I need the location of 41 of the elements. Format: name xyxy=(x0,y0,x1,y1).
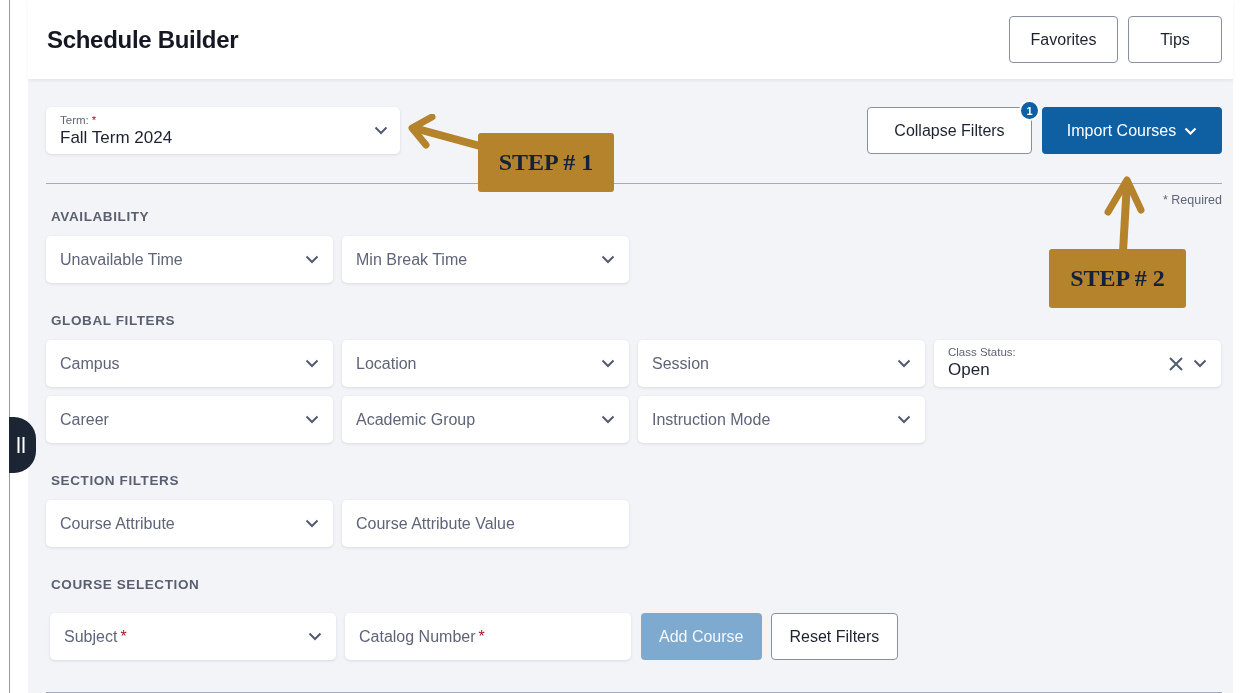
select-field[interactable]: Location xyxy=(342,340,629,387)
term-select[interactable]: Term: * Fall Term 2024 xyxy=(46,107,400,154)
input-field[interactable]: Catalog Number * xyxy=(345,613,631,660)
chevron-down-icon xyxy=(374,126,388,135)
chevron-down-icon xyxy=(305,519,319,528)
select-field[interactable]: Class Status: Open xyxy=(934,340,1221,387)
chevron-down-icon xyxy=(305,359,319,368)
step-callout: STEP # 1 xyxy=(478,133,614,192)
reset-button[interactable]: Reset Filters xyxy=(770,613,899,660)
section-heading: SECTION FILTERS xyxy=(51,473,179,489)
chevron-down-icon xyxy=(897,415,911,424)
tips-button[interactable]: Tips xyxy=(1128,16,1222,63)
chevron-down-icon xyxy=(305,415,319,424)
page-title: Schedule Builder xyxy=(47,25,240,54)
chevron-down-icon xyxy=(1193,359,1207,368)
select-field[interactable]: Course Attribute xyxy=(46,500,333,547)
section-heading: COURSE SELECTION xyxy=(51,577,200,593)
close-icon[interactable] xyxy=(1169,356,1183,371)
select-field[interactable]: Instruction Mode xyxy=(638,396,925,443)
grip-icon xyxy=(16,437,25,453)
chevron-down-icon xyxy=(601,415,615,424)
select-field[interactable]: Academic Group xyxy=(342,396,629,443)
input-field[interactable]: Course Attribute Value xyxy=(342,500,629,547)
select-field[interactable]: Campus xyxy=(46,340,333,387)
chevron-down-icon xyxy=(897,359,911,368)
chevron-down-icon xyxy=(308,632,322,641)
select-field[interactable]: Subject * xyxy=(50,613,336,660)
required-note: * Required xyxy=(1162,193,1222,207)
import-courses-button[interactable]: Import Courses xyxy=(1042,107,1222,154)
select-field[interactable]: Career xyxy=(46,396,333,443)
chevron-down-icon xyxy=(601,359,615,368)
select-field[interactable]: Unavailable Time xyxy=(46,236,333,283)
chevron-down-icon xyxy=(601,255,615,264)
favorites-button[interactable]: Favorites xyxy=(1009,16,1118,63)
count-badge: 1 xyxy=(1019,100,1040,121)
select-field[interactable]: Min Break Time xyxy=(342,236,629,283)
section-heading: GLOBAL FILTERS xyxy=(51,313,176,329)
select-field[interactable]: Session xyxy=(638,340,925,387)
chevron-down-icon xyxy=(305,255,319,264)
section-heading: AVAILABILITY xyxy=(51,209,150,225)
step-callout: STEP # 2 xyxy=(1049,249,1186,308)
